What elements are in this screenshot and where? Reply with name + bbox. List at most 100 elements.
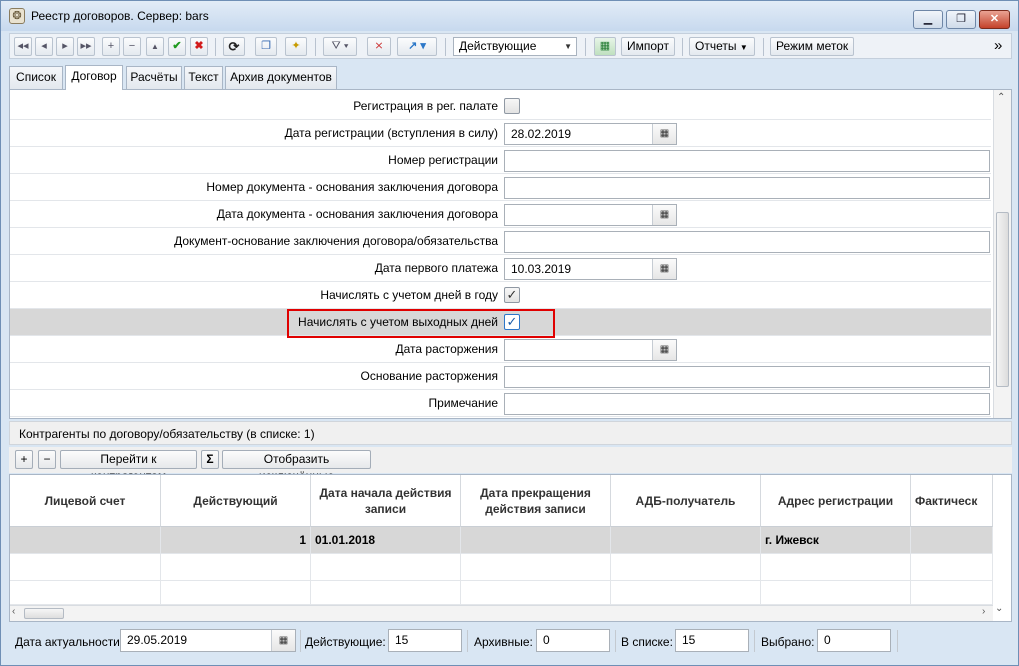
column-header[interactable]: АДБ-получатель xyxy=(611,475,761,527)
form-label: Дата документа - основания заключения до… xyxy=(216,207,498,221)
toolbar-separator xyxy=(445,38,446,56)
add-icon[interactable]: + xyxy=(102,37,120,56)
scroll-right-icon[interactable]: › xyxy=(982,606,985,617)
status-separator xyxy=(897,630,898,652)
scroll-up-icon[interactable]: ⌃ xyxy=(997,92,1005,103)
form-row-reg-number: Номер регистрации xyxy=(10,147,991,174)
refresh-icon[interactable]: ⟳ xyxy=(223,37,245,56)
counterparties-toolbar: + − Перейти к контрагентам Σ Отобразить … xyxy=(9,447,1012,483)
table-cell[interactable]: 1 xyxy=(161,527,311,554)
table-cell xyxy=(161,581,311,605)
archive-count-label: Архивные: xyxy=(474,635,533,649)
save-check-icon[interactable]: ✔ xyxy=(168,37,186,56)
table-cell xyxy=(911,554,993,581)
first-payment-date-field[interactable]: 10.03.2019 ▦ xyxy=(504,258,677,280)
close-button[interactable]: ✕ xyxy=(979,10,1010,29)
toolbar-separator xyxy=(763,38,764,56)
column-header[interactable]: Фактическ xyxy=(911,475,993,527)
tab-contract[interactable]: Договор xyxy=(65,65,123,90)
jump-link-icon[interactable]: ↗ ▾ xyxy=(397,37,437,56)
table-cell[interactable] xyxy=(10,527,161,554)
table-cell[interactable]: г. Ижевск xyxy=(761,527,911,554)
minimize-button[interactable]: ▁ xyxy=(913,10,943,29)
table-cell[interactable]: 01.01.2018 xyxy=(311,527,461,554)
marks-mode-button[interactable]: Режим меток xyxy=(770,37,855,56)
show-excluded-button[interactable]: Отобразить исключённые xyxy=(222,450,371,483)
table-cell[interactable] xyxy=(611,527,761,554)
copy-icon[interactable]: ❐ xyxy=(255,37,277,56)
add-counterparty-button[interactable]: + xyxy=(15,450,33,469)
wizard-icon[interactable]: ✦ xyxy=(285,37,307,56)
scroll-left-icon[interactable]: ‹ xyxy=(12,606,15,617)
form-label: Номер регистрации xyxy=(388,153,498,167)
calendar-icon[interactable]: ▦ xyxy=(652,124,676,144)
column-header[interactable]: Лицевой счет xyxy=(10,475,161,527)
column-header[interactable]: Дата начала действия записи xyxy=(311,475,461,527)
import-button[interactable]: Импорт xyxy=(621,37,675,56)
calendar-icon[interactable]: ▦ xyxy=(652,340,676,360)
reg-chamber-checkbox[interactable] xyxy=(504,98,520,114)
actuality-date-label: Дата актуальности xyxy=(15,635,120,649)
status-separator xyxy=(300,630,301,652)
form-label: Основание расторжения xyxy=(360,369,498,383)
scrollbar-thumb[interactable] xyxy=(24,608,64,619)
status-bar: Дата актуальности 29.05.2019 ▦ Действующи… xyxy=(9,625,1012,657)
grid-horizontal-scrollbar[interactable]: ‹ › xyxy=(10,605,993,621)
scroll-down-icon[interactable]: ⌄ xyxy=(995,603,1003,614)
excel-export-icon[interactable]: ▦ xyxy=(594,37,616,56)
remove-counterparty-button[interactable]: − xyxy=(38,450,56,469)
column-header[interactable]: Дата прекращения действия записи xyxy=(461,475,611,527)
next-record-icon[interactable]: ▸ xyxy=(56,37,74,56)
first-record-icon[interactable]: ◂◂ xyxy=(14,37,32,56)
form-vertical-scrollbar[interactable]: ⌃ xyxy=(993,90,1011,418)
clear-filter-icon[interactable]: ⨯ xyxy=(367,37,391,56)
tab-list[interactable]: Список xyxy=(9,66,63,89)
table-cell xyxy=(10,581,161,605)
reports-dropdown-button[interactable]: Отчеты ▼ xyxy=(689,37,755,56)
highlight-box xyxy=(287,309,555,338)
last-record-icon[interactable]: ▸▸ xyxy=(77,37,95,56)
filter-dropdown-icon[interactable]: ⛛ ▾ xyxy=(323,37,357,56)
termination-date-field[interactable]: ▦ xyxy=(504,339,677,361)
maximize-button[interactable]: ❐ xyxy=(946,10,976,29)
table-cell xyxy=(10,554,161,581)
record-status-combo[interactable]: Действующие ▼ xyxy=(453,37,577,56)
remove-icon[interactable]: − xyxy=(123,37,141,56)
table-cell xyxy=(311,581,461,605)
form-row-reg-date: Дата регистрации (вступления в силу) 28.… xyxy=(10,120,991,147)
calendar-icon[interactable]: ▦ xyxy=(652,259,676,279)
column-header[interactable]: Действующий xyxy=(161,475,311,527)
form-row-basis-doc-number: Номер документа - основания заключения д… xyxy=(10,174,991,201)
calendar-icon[interactable]: ▦ xyxy=(271,630,295,651)
column-header[interactable]: Адрес регистрации xyxy=(761,475,911,527)
move-up-icon[interactable]: ▲ xyxy=(146,37,164,56)
termination-basis-field[interactable] xyxy=(504,366,990,388)
days-in-year-checkbox[interactable]: ✓ xyxy=(504,287,520,303)
toolbar-separator xyxy=(315,38,316,56)
tab-calculations[interactable]: Расчёты xyxy=(126,66,182,89)
actuality-date-field[interactable]: 29.05.2019 ▦ xyxy=(120,629,296,652)
reg-number-field[interactable] xyxy=(504,150,990,172)
basis-doc-date-field[interactable]: ▦ xyxy=(504,204,677,226)
table-cell[interactable] xyxy=(911,527,993,554)
table-cell xyxy=(461,581,611,605)
cancel-x-icon[interactable]: ✖ xyxy=(190,37,208,56)
counterparties-grid: Лицевой счет Действующий Дата начала дей… xyxy=(9,474,1012,622)
form-label: Регистрация в рег. палате xyxy=(353,99,498,113)
reg-date-field[interactable]: 28.02.2019 ▦ xyxy=(504,123,677,145)
go-to-counterparties-button[interactable]: Перейти к контрагентам xyxy=(60,450,197,483)
scrollbar-thumb[interactable] xyxy=(996,212,1009,387)
in-list-count-field: 15 xyxy=(675,629,749,652)
sum-icon[interactable]: Σ xyxy=(201,450,219,469)
table-cell xyxy=(161,554,311,581)
basis-doc-number-field[interactable] xyxy=(504,177,990,199)
table-cell[interactable] xyxy=(461,527,611,554)
toolbar-overflow-icon[interactable]: » xyxy=(994,37,1002,54)
basis-doc-field[interactable] xyxy=(504,231,990,253)
active-count-label: Действующие: xyxy=(305,635,386,649)
tab-documents-archive[interactable]: Архив документов xyxy=(225,66,337,89)
note-field[interactable] xyxy=(504,393,990,415)
tab-text[interactable]: Текст xyxy=(184,66,223,89)
prev-record-icon[interactable]: ◂ xyxy=(35,37,53,56)
calendar-icon[interactable]: ▦ xyxy=(652,205,676,225)
